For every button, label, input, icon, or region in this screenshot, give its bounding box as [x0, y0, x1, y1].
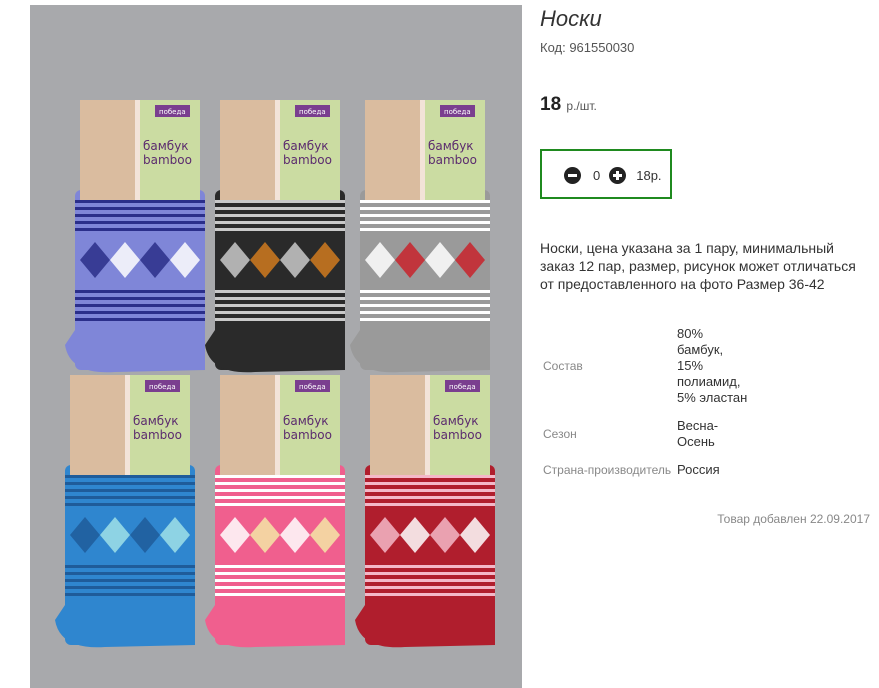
spec-row: Сезон Весна-Осень — [540, 416, 752, 452]
product-photo: бамбук bamboo победа бамбук bamboo победа бамб… — [30, 5, 522, 688]
price-value: 18 — [540, 94, 562, 115]
socks-image: бамбукbambooпобедабамбукbambooпобедабамб… — [55, 100, 495, 648]
sock-pair: бамбукbamboo победа — [205, 375, 345, 648]
spec-label: Сезон — [543, 427, 577, 441]
label-text: bamboo — [143, 153, 192, 167]
label-text: бамбук — [133, 414, 179, 428]
plus-icon[interactable] — [609, 167, 627, 184]
specs-table: Состав 80% бамбук, 15% полиамид, 5% элас… — [540, 316, 752, 488]
sock-pair: бамбукbamboo победа — [355, 375, 495, 648]
brand-text: победа — [449, 383, 476, 391]
product-description: Носки, цена указана за 1 пару, минимальн… — [540, 240, 856, 292]
label-text: бамбук — [428, 139, 474, 153]
product-price: 18 р./шт. — [540, 94, 597, 116]
spec-row: Состав 80% бамбук, 15% полиамид, 5% элас… — [540, 316, 752, 416]
brand-text: победа — [299, 108, 326, 116]
product-title: Носки — [540, 6, 602, 31]
sock-pair: бамбукbamboo победа — [55, 375, 195, 648]
spec-label: Страна-производитель — [543, 463, 672, 477]
label-text: бамбук — [283, 414, 329, 428]
label-text: бамбук — [433, 414, 479, 428]
label-text: bamboo — [283, 428, 332, 442]
minus-icon[interactable] — [564, 167, 581, 184]
spec-label: Состав — [543, 359, 583, 373]
label-text: bamboo — [283, 153, 332, 167]
label-text: bamboo — [433, 428, 482, 442]
quantity-box: 0 18р. — [540, 149, 672, 199]
quantity-value[interactable]: 0 — [593, 168, 600, 183]
price-unit: р./шт. — [566, 99, 597, 113]
brand-text: победа — [299, 383, 326, 391]
brand-text: победа — [159, 108, 186, 116]
brand-text: победа — [149, 383, 176, 391]
label-text: bamboo — [428, 153, 477, 167]
date-added: Товар добавлен 22.09.2017 — [717, 512, 870, 526]
sock-pair: бамбукbamboo победа — [350, 100, 490, 373]
sock-pair: бамбукbamboo победа — [205, 100, 345, 373]
order-sum: 18р. — [636, 168, 662, 183]
brand-text: победа — [444, 108, 471, 116]
product-code: Код: 961550030 — [540, 40, 635, 55]
label-text: бамбук — [143, 139, 189, 153]
spec-value: Россия — [677, 462, 720, 477]
spec-value: Весна-Осень — [677, 418, 719, 449]
sock-pair: бамбукbamboo победа — [65, 100, 205, 373]
label-text: бамбук — [283, 139, 329, 153]
label-text: bamboo — [133, 428, 182, 442]
spec-value: 80% бамбук, 15% полиамид, 5% эластан — [677, 326, 748, 405]
spec-row: Страна-производитель Россия — [540, 452, 752, 488]
